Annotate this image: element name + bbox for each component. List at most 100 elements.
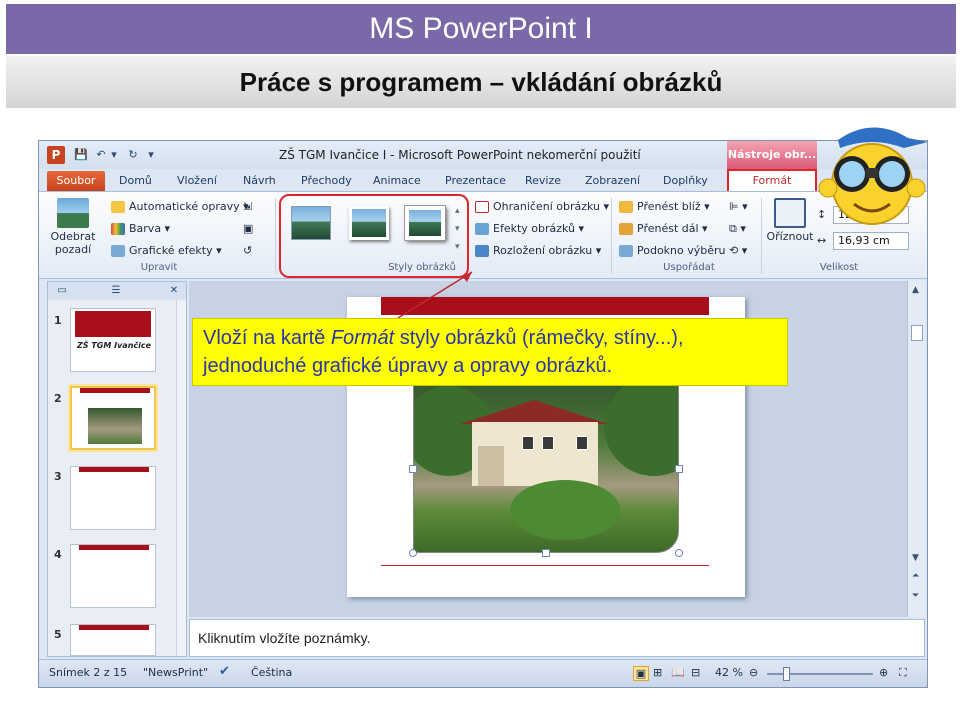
slide-title: MS PowerPoint I (6, 4, 956, 54)
save-icon[interactable]: 💾 (73, 147, 89, 163)
normal-view-icon[interactable]: ▣ (633, 666, 649, 681)
picture-tools-context: Nástroje obr... (727, 141, 817, 169)
previous-slide-icon[interactable]: ⏶ (912, 571, 919, 581)
slide-thumbnail-2[interactable] (70, 386, 156, 450)
remove-background-button[interactable]: Odebrat pozadí (45, 198, 101, 256)
slide-number: 3 (54, 470, 62, 483)
auto-fix-button[interactable]: Automatické opravy ▾ (111, 198, 249, 216)
compress-pictures-icon[interactable]: ⇲ (243, 198, 259, 216)
callout-arrow (397, 271, 473, 319)
resize-handle[interactable] (409, 549, 417, 557)
tab-insert[interactable]: Vložení (177, 171, 217, 191)
slide-thumbnail-3[interactable] (70, 466, 156, 530)
tab-home[interactable]: Domů (119, 171, 152, 191)
slide-thumbnail-5[interactable] (70, 624, 156, 656)
gallery-more-icon[interactable]: ▾ (455, 238, 460, 256)
resize-handle[interactable] (542, 549, 550, 557)
thumb-title: ZŠ TGM Ivančice (77, 341, 152, 350)
artistic-effects-icon (111, 245, 125, 257)
scroll-down-icon[interactable]: ▼ (912, 553, 919, 563)
scroll-thumb[interactable] (911, 325, 923, 341)
selection-pane-icon (619, 245, 633, 257)
tab-format[interactable]: Formát (727, 169, 817, 191)
artistic-effects-button[interactable]: Grafické efekty ▾ (111, 242, 222, 260)
tab-slideshow[interactable]: Prezentace (445, 171, 506, 191)
picture-effects-icon (475, 223, 489, 235)
gallery-scroll-down-icon[interactable]: ▾ (455, 220, 460, 238)
picture-effects-button[interactable]: Efekty obrázků ▾ (475, 220, 584, 238)
group-objects-icon[interactable]: ⧉ ▾ (729, 220, 753, 238)
gallery-scroll-up-icon[interactable]: ▴ (455, 202, 460, 220)
title-bar: P 💾 ↶ ▾ ↻ ▾ ZŠ TGM Ivančice I - Microsof… (39, 141, 927, 169)
width-input[interactable]: 16,93 cm (833, 232, 909, 250)
zoom-out-icon[interactable]: ⊖ (749, 666, 758, 679)
crop-icon (774, 198, 806, 228)
spellcheck-icon[interactable]: ✔ (219, 664, 230, 679)
house-photo[interactable] (413, 385, 679, 553)
picture-style-3[interactable] (404, 205, 446, 241)
bring-forward-button[interactable]: Přenést blíž ▾ (619, 198, 710, 216)
ribbon: Odebrat pozadí Automatické opravy ▾ Barv… (39, 191, 927, 279)
selection-pane-button[interactable]: Podokno výběru (619, 242, 726, 260)
slide-subtitle: Práce s programem – vkládání obrázků (6, 56, 956, 108)
language-indicator[interactable]: Čeština (251, 666, 292, 679)
tab-transitions[interactable]: Přechody (301, 171, 352, 191)
group-separator (761, 198, 762, 274)
tab-file[interactable]: Soubor (47, 171, 105, 191)
scroll-up-icon[interactable]: ▲ (912, 285, 919, 295)
thumb-photo (88, 408, 142, 444)
pen-icon (475, 201, 489, 213)
resize-handle[interactable] (675, 549, 683, 557)
slide-number: 2 (54, 392, 62, 405)
tab-addins[interactable]: Doplňky (663, 171, 708, 191)
reading-view-icon[interactable]: 📖 (671, 666, 685, 679)
tab-view[interactable]: Zobrazení (585, 171, 640, 191)
fit-to-window-icon[interactable]: ⛶ (899, 666, 907, 680)
slideshow-icon[interactable]: ⊟ (691, 666, 700, 679)
zoom-in-icon[interactable]: ⊕ (879, 666, 888, 679)
align-icon[interactable]: ⊫ ▾ (729, 198, 753, 216)
rotate-icon[interactable]: ⟲ ▾ (729, 242, 753, 260)
slides-pane: ▭ ☰ ✕ 1 ZŠ TGM Ivančice 2 3 4 5 (47, 281, 187, 657)
picture-style-2[interactable] (349, 206, 389, 240)
slides-pane-scrollbar[interactable] (176, 300, 186, 656)
slide-sorter-icon[interactable]: ⊞ (653, 666, 662, 679)
picture-layout-button[interactable]: Rozložení obrázku ▾ (475, 242, 601, 260)
width-icon: ↔ (817, 234, 827, 247)
undo-icon[interactable]: ↶ (93, 147, 109, 163)
resize-handle[interactable] (409, 465, 417, 473)
zoom-slider-knob[interactable] (783, 667, 790, 681)
color-button[interactable]: Barva ▾ (111, 220, 170, 238)
tab-review[interactable]: Revize (525, 171, 561, 191)
house (472, 422, 598, 486)
zoom-level[interactable]: 42 % (715, 666, 743, 679)
picture-border-button[interactable]: Ohraničení obrázku ▾ (475, 198, 609, 216)
group-label-adjust: Upravit (140, 262, 178, 273)
window-title: ZŠ TGM Ivančice I - Microsoft PowerPoint… (279, 148, 641, 162)
close-pane-icon[interactable]: ✕ (164, 284, 184, 298)
reset-picture-icon[interactable]: ↺ (243, 242, 259, 260)
slide-thumbnail-1[interactable]: ZŠ TGM Ivančice (70, 308, 156, 372)
next-slide-icon[interactable]: ⏷ (912, 591, 919, 601)
change-picture-icon[interactable]: ▣ (243, 220, 259, 238)
theme-name[interactable]: "NewsPrint" (143, 666, 208, 679)
redo-icon[interactable]: ↻ (125, 147, 141, 163)
slides-tab-icon[interactable]: ▭ (52, 284, 72, 298)
customize-qat-icon[interactable]: ▾ (145, 147, 157, 163)
outline-tab-icon[interactable]: ☰ (106, 284, 126, 298)
tab-design[interactable]: Návrh (243, 171, 276, 191)
vertical-scrollbar[interactable]: ▲ ▼ ⏶ ⏷ (907, 281, 925, 617)
explanation-callout: Vloží na kartě Formát styly obrázků (rám… (192, 318, 788, 386)
picture-style-1[interactable] (291, 206, 331, 240)
house-roof (460, 400, 608, 424)
undo-dropdown-icon[interactable]: ▾ (109, 147, 119, 163)
notes-pane[interactable]: Kliknutím vložíte poznámky. (189, 619, 925, 657)
tab-animations[interactable]: Animace (373, 171, 421, 191)
pane-tabs: ▭ ☰ ✕ (48, 282, 186, 300)
send-backward-button[interactable]: Přenést dál ▾ (619, 220, 708, 238)
resize-handle[interactable] (675, 465, 683, 473)
slide-footer-line (381, 565, 709, 566)
powerpoint-logo-icon[interactable]: P (47, 146, 65, 164)
slide-thumbnail-4[interactable] (70, 544, 156, 608)
slide-number: 4 (54, 548, 62, 561)
